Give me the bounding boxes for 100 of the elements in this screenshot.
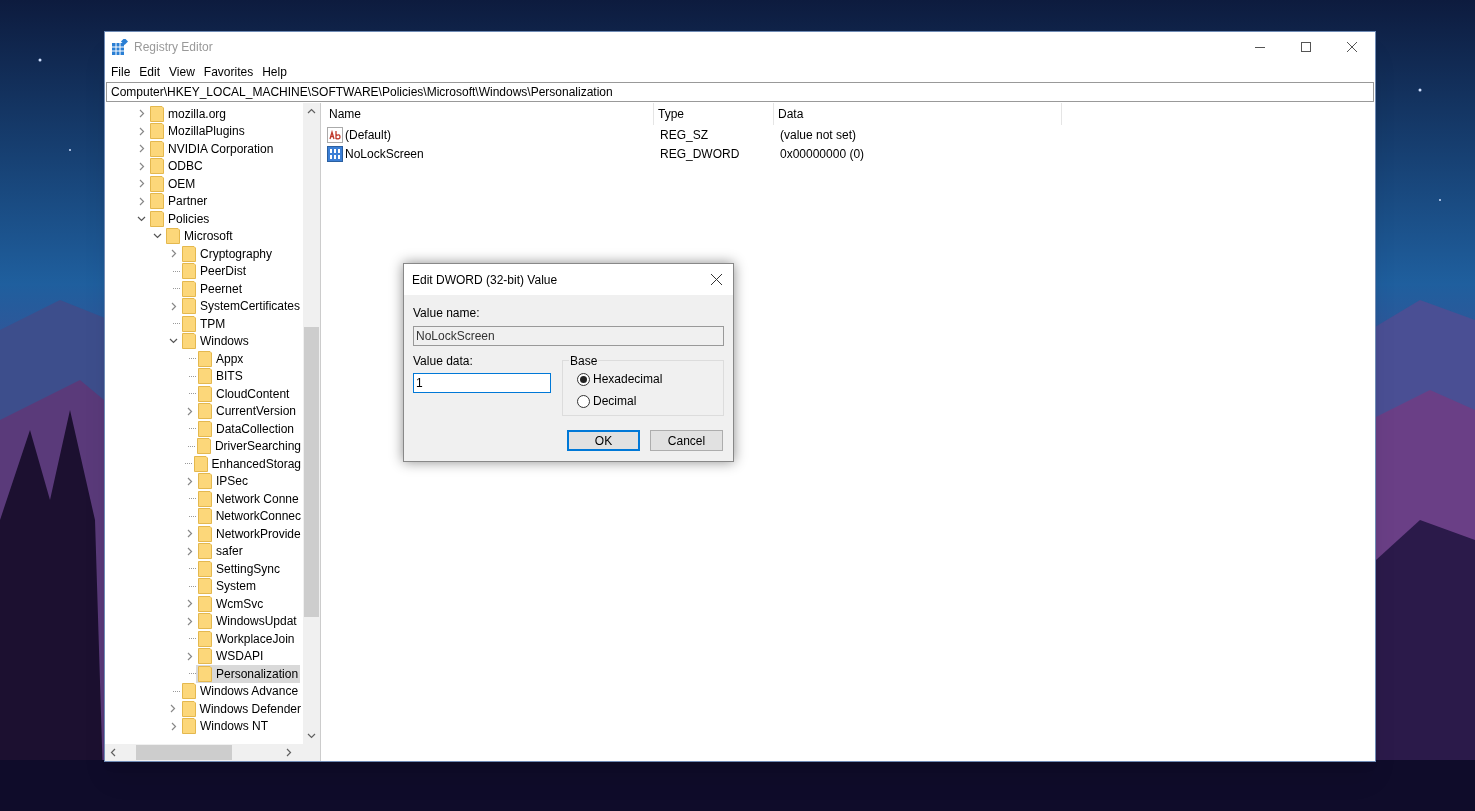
registry-app-icon — [112, 38, 128, 55]
tree-item[interactable]: SettingSync — [196, 560, 283, 578]
tree-item[interactable]: CloudContent — [196, 385, 292, 403]
tree-item[interactable]: DriverSearching — [194, 437, 303, 455]
radio-button[interactable] — [577, 394, 590, 408]
tree-item[interactable]: MozillaPlugins — [148, 122, 247, 140]
folder-icon — [196, 438, 211, 455]
folder-icon — [198, 350, 212, 367]
tree-item[interactable]: safer — [196, 542, 245, 560]
ok-button[interactable]: OK — [567, 430, 640, 451]
tree-item[interactable]: Windows NT — [180, 717, 270, 735]
tree-item[interactable]: CurrentVersion — [196, 402, 299, 420]
column-header[interactable]: Type — [654, 103, 774, 125]
tree-item[interactable]: Personalization — [196, 665, 301, 683]
binary-value-icon — [327, 145, 343, 162]
folder-icon — [182, 263, 196, 280]
menu-item[interactable]: Help — [258, 61, 291, 82]
value-name[interactable]: (Default) — [345, 125, 391, 144]
folder-icon — [198, 368, 212, 385]
tree-item[interactable]: WorkplaceJoin — [196, 630, 297, 648]
tree-item[interactable]: NetworkConnec — [195, 507, 303, 525]
tree-item[interactable]: EnhancedStorag — [191, 455, 303, 473]
folder-icon — [182, 298, 196, 315]
tree-item[interactable]: Windows Advance — [180, 682, 301, 700]
scroll-left-icon — [110, 748, 116, 757]
folder-icon — [198, 403, 212, 420]
folder-icon — [182, 718, 196, 735]
column-header[interactable]: Data — [774, 103, 1062, 125]
tree-item[interactable]: ODBC — [148, 157, 205, 175]
tree-item[interactable]: PeerDist — [180, 262, 248, 280]
close-icon — [710, 274, 722, 285]
radio-option[interactable]: Decimal — [577, 392, 723, 410]
folder-icon — [198, 490, 212, 507]
menu-item[interactable]: Edit — [135, 61, 165, 82]
tree-item[interactable]: Policies — [148, 210, 212, 228]
value-name[interactable]: NoLockScreen — [345, 144, 424, 163]
tree-item[interactable]: DataCollection — [196, 420, 297, 438]
folder-icon — [150, 105, 164, 122]
tree-item[interactable]: BITS — [196, 367, 245, 385]
tree-item[interactable]: NVIDIA Corporation — [148, 140, 276, 158]
value-name-field: NoLockScreen — [413, 326, 724, 346]
scrollbar-thumb[interactable] — [304, 327, 319, 617]
folder-icon — [150, 193, 164, 210]
tree-item[interactable]: IPSec — [196, 472, 250, 490]
scrollbar-thumb[interactable] — [136, 745, 232, 760]
folder-icon — [198, 473, 212, 490]
tree-item[interactable]: Cryptography — [180, 245, 275, 263]
scroll-right-icon — [286, 748, 292, 757]
folder-icon — [182, 245, 196, 262]
folder-icon — [150, 158, 164, 175]
folder-icon — [198, 665, 212, 682]
tree-item[interactable]: WindowsUpdat — [196, 612, 299, 630]
tree-item[interactable]: NetworkProvide — [196, 525, 303, 543]
folder-icon — [198, 385, 212, 402]
folder-icon — [198, 420, 212, 437]
tree-item[interactable]: TPM — [180, 315, 228, 333]
tree-item[interactable]: WSDAPI — [196, 647, 266, 665]
vertical-scrollbar[interactable] — [303, 103, 320, 744]
tree-item[interactable]: Network Conne — [196, 490, 301, 508]
value-type: REG_DWORD — [660, 146, 740, 161]
tree-item[interactable]: WcmSvc — [196, 595, 266, 613]
radio-button[interactable] — [577, 372, 590, 386]
folder-icon — [182, 315, 196, 332]
folder-icon — [182, 280, 196, 297]
folder-icon — [198, 543, 212, 560]
column-header[interactable]: Name — [325, 103, 654, 125]
tree-item[interactable]: Microsoft — [164, 227, 235, 245]
radio-option[interactable]: Hexadecimal — [577, 370, 723, 388]
folder-icon — [182, 333, 196, 350]
address-bar[interactable]: Computer\HKEY_LOCAL_MACHINE\SOFTWARE\Policies\Microsoft\Windows\Personalization — [106, 82, 1374, 102]
value-data: (value not set) — [780, 127, 857, 142]
maximize-icon — [1301, 41, 1311, 52]
folder-icon — [150, 140, 164, 157]
menu-item[interactable]: File — [107, 61, 135, 82]
menu-item[interactable]: View — [165, 61, 199, 82]
folder-icon — [193, 455, 208, 472]
tree-item[interactable]: Windows Defender — [179, 700, 303, 718]
cancel-button[interactable]: Cancel — [650, 430, 723, 451]
value-name-label: Value name: — [413, 305, 481, 322]
folder-icon — [198, 613, 212, 630]
value-data-field[interactable]: 1 — [413, 373, 551, 393]
tree-item[interactable]: Windows — [180, 332, 251, 350]
menu-item[interactable]: Favorites — [199, 61, 258, 82]
close-icon — [1347, 41, 1357, 52]
tree-item[interactable]: Partner — [148, 192, 210, 210]
tree-item[interactable]: Peernet — [180, 280, 245, 298]
folder-icon — [182, 683, 196, 700]
scroll-down-icon — [307, 733, 316, 739]
tree-item[interactable]: System — [196, 577, 258, 595]
tree-item[interactable]: SystemCertificates — [180, 297, 303, 315]
tree-item[interactable]: mozilla.org — [148, 105, 229, 123]
folder-icon — [166, 228, 180, 245]
string-value-icon — [327, 126, 343, 143]
folder-icon — [198, 578, 212, 595]
folder-icon — [150, 175, 164, 192]
folder-icon — [181, 700, 196, 717]
tree-item[interactable]: OEM — [148, 175, 198, 193]
horizontal-scrollbar[interactable] — [105, 744, 320, 761]
window-title: Registry Editor — [134, 38, 213, 56]
tree-item[interactable]: Appx — [196, 350, 246, 368]
